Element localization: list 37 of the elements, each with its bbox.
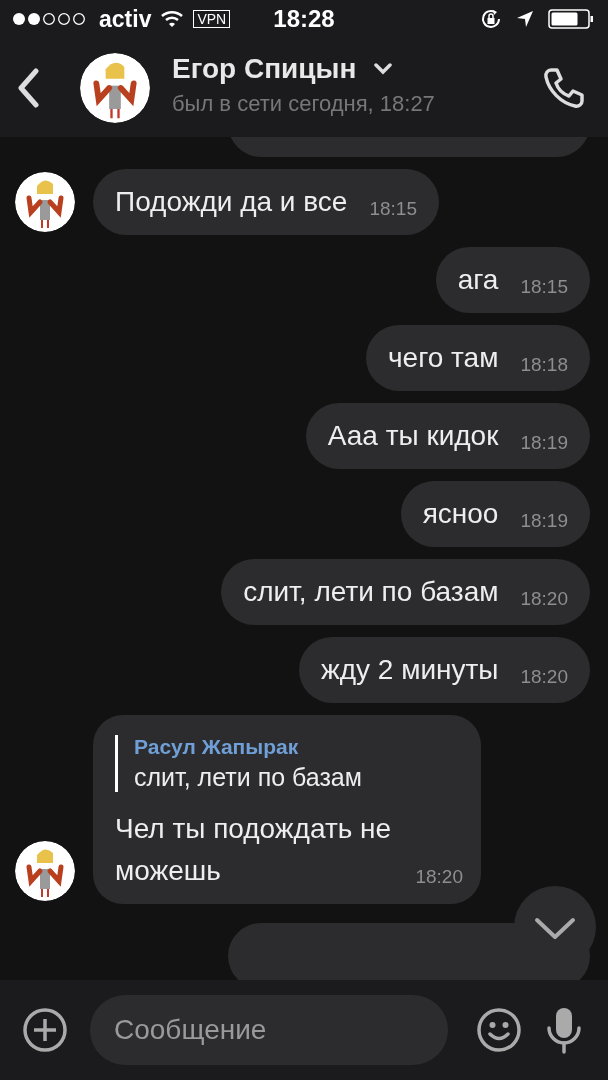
message-time: 18:15	[520, 276, 568, 298]
contact-avatar-icon[interactable]	[80, 52, 150, 123]
last-seen-status: был в сети сегодня, 18:27	[172, 90, 436, 117]
battery-icon	[548, 9, 594, 29]
contact-name[interactable]: Егор Спицын	[172, 52, 357, 85]
quote-author: Расул Жапырак	[134, 735, 300, 759]
message-time: 18:20	[415, 866, 463, 888]
clock: 18:28	[272, 5, 336, 33]
avatar-icon[interactable]	[15, 841, 75, 901]
location-icon	[516, 10, 534, 28]
message-text: ага	[457, 264, 499, 296]
rotation-lock-icon	[480, 8, 502, 30]
back-button[interactable]	[16, 67, 40, 108]
quote-text: слит, лети по базам	[134, 763, 363, 792]
message-text: Подожди да и все	[115, 186, 348, 218]
emoji-icon[interactable]	[476, 1007, 522, 1053]
add-icon[interactable]	[22, 1007, 68, 1053]
message-text: чего там	[388, 342, 499, 374]
phone-call-icon[interactable]	[542, 65, 586, 110]
message-text: ясноо	[422, 498, 499, 530]
message-input-field[interactable]: Сообщение	[90, 995, 448, 1065]
wifi-icon	[160, 10, 185, 28]
microphone-icon[interactable]	[544, 1006, 584, 1054]
message-time: 18:20	[520, 588, 568, 610]
message-time: 18:19	[520, 432, 568, 454]
message-time: 18:18	[520, 354, 568, 376]
message-text: Ааа ты кидок	[327, 420, 499, 452]
message-time: 18:20	[520, 666, 568, 688]
carrier-name: activ	[99, 5, 152, 33]
message-text: Чел ты подождать не можешь	[115, 812, 393, 888]
message-text: жду 2 минуты	[320, 654, 499, 686]
message-time: 18:15	[369, 198, 417, 220]
vpn-badge: VPN	[193, 10, 231, 28]
message-time: 18:19	[520, 510, 568, 532]
message-text: слит, лети по базам	[243, 576, 499, 608]
avatar-icon[interactable]	[15, 172, 75, 232]
dropdown-caret-icon[interactable]	[374, 62, 393, 75]
